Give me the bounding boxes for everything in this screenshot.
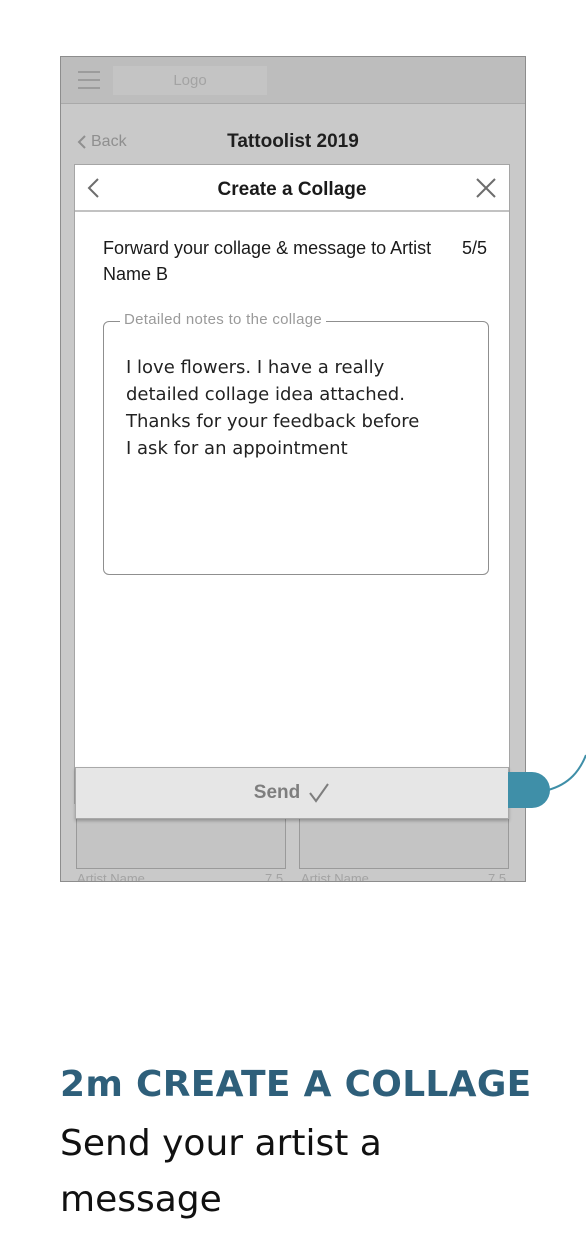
logo-text: Logo xyxy=(173,72,207,89)
send-button[interactable]: Send xyxy=(75,767,509,819)
modal-title: Create a Collage xyxy=(217,179,367,200)
notes-label: Detailed notes to the collage xyxy=(120,311,326,328)
caption-title: 2m CREATE A COLLAGE xyxy=(60,1064,532,1105)
artist-name: Artist Name xyxy=(301,871,369,882)
page-title: Tattoolist 2019 xyxy=(227,131,359,152)
notes-value: I love flowers. I have a really detailed… xyxy=(126,357,420,459)
top-bar: Logo xyxy=(61,57,525,104)
modal-header: Create a Collage xyxy=(75,165,509,212)
create-collage-modal: Create a Collage Forward your collage & … xyxy=(74,164,510,804)
artist-card[interactable] xyxy=(76,817,286,869)
close-icon[interactable] xyxy=(475,177,497,199)
artist-name: Artist Name xyxy=(77,871,145,882)
caption-subtitle: Send your artist a message xyxy=(60,1123,382,1220)
step-indicator: 5/5 xyxy=(461,238,487,258)
chevron-left-icon[interactable] xyxy=(83,177,105,199)
instruction-text: Forward your collage & message to Artist… xyxy=(103,238,432,284)
send-label: Send xyxy=(253,782,301,803)
hamburger-icon[interactable] xyxy=(78,69,100,89)
notes-textarea[interactable]: Detailed notes to the collage I love flo… xyxy=(103,311,489,575)
checkmark-icon xyxy=(309,783,330,803)
artist-score: 7.5 xyxy=(265,871,284,882)
logo: Logo xyxy=(113,66,267,95)
artist-card[interactable] xyxy=(299,817,509,869)
artist-score: 7.5 xyxy=(488,871,507,882)
flow-connector xyxy=(508,754,586,808)
